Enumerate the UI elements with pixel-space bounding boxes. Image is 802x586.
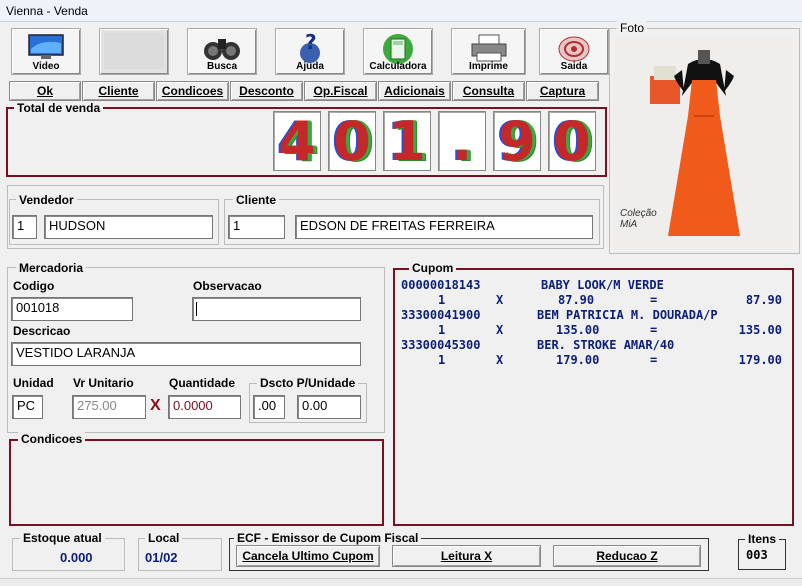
cupom-item-desc: BER. STROKE AMAR/40 — [537, 338, 675, 352]
quantidade-field[interactable]: 0.0000 — [168, 395, 241, 419]
svg-text:?: ? — [305, 33, 317, 54]
cupom-item-eq: = — [650, 323, 658, 337]
toolbar-label: Ajuda — [296, 61, 324, 72]
estoque-value: 0.000 — [60, 550, 93, 565]
product-photo: Coleção MiA — [614, 36, 793, 252]
cupom-list: 00000018143 BABY LOOK/M VERDE 1 X 87.90 … — [398, 278, 790, 378]
toolbar-label: Busca — [206, 61, 237, 72]
cupom-item-code: 33300045300 — [401, 338, 481, 352]
local-value: 01/02 — [145, 550, 178, 565]
itens-value: 003 — [746, 548, 768, 562]
dscto-label: Dscto P/Unidade — [257, 376, 359, 390]
cupom-item-desc: BABY LOOK/M VERDE — [541, 278, 664, 292]
monitor-icon — [28, 34, 64, 59]
cupom-item-eq: = — [650, 293, 658, 307]
leitura-x-button[interactable]: Leitura X — [392, 545, 541, 567]
cupom-item-code: 00000018143 — [401, 278, 481, 292]
cupom-item-qty: 1 — [438, 323, 446, 337]
ajuda-button[interactable]: ? Ajuda — [275, 28, 345, 75]
cliente-label: Cliente — [233, 193, 280, 207]
toolbar-label: Saida — [560, 61, 588, 72]
cupom-item-x: X — [496, 293, 504, 307]
binoculars-icon — [204, 39, 240, 60]
cupom-item-x: X — [496, 323, 504, 337]
cancela-ultimo-cupom-button[interactable]: Cancela Ultimo Cupom — [236, 545, 380, 567]
total-digit: . — [438, 111, 486, 171]
cupom-item-unit: 135.00 — [556, 323, 600, 337]
vendedor-label: Vendedor — [16, 193, 77, 207]
video-button[interactable]: Video — [11, 28, 81, 75]
menu-ok[interactable]: Ok — [9, 81, 81, 101]
watermark-text: Coleção MiA — [620, 208, 657, 230]
toolbar-label: Calculadora — [369, 61, 427, 72]
menu-captura[interactable]: Captura — [526, 81, 599, 101]
cupom-item-unit: 179.00 — [556, 353, 600, 367]
unidad-field[interactable]: PC — [12, 395, 43, 419]
total-label: Total de venda — [14, 101, 104, 115]
imprime-button[interactable]: Imprime — [451, 28, 526, 75]
total-digit: 0 — [548, 111, 596, 171]
ecf-label: ECF - Emissor de Cupom Fiscal — [234, 531, 422, 545]
total-digit: 9 — [493, 111, 541, 171]
descricao-label: Descricao — [13, 324, 71, 338]
condicoes-label: Condicoes — [18, 432, 86, 446]
cupom-item-desc: BEM PATRICIA M. DOURADA/P — [537, 308, 718, 322]
unidad-label: Unidad — [13, 376, 54, 390]
menu-consulta[interactable]: Consulta — [452, 81, 525, 101]
cupom-item-eq: = — [650, 353, 658, 367]
itens-label: Itens — [745, 532, 780, 546]
total-digit: 0 — [328, 111, 376, 171]
estoque-label: Estoque atual — [20, 531, 105, 545]
cupom-item-total: 135.00 — [738, 323, 782, 337]
cupom-label: Cupom — [409, 261, 457, 275]
saida-button[interactable]: Saida — [539, 28, 609, 75]
cupom-item-qty: 1 — [438, 293, 446, 307]
vr-unitario-field[interactable]: 275.00 — [72, 395, 146, 419]
status-bar — [0, 578, 802, 586]
codigo-field[interactable]: 001018 — [11, 297, 133, 321]
local-label: Local — [145, 531, 183, 545]
menu-op-fiscal[interactable]: Op.Fiscal — [304, 81, 377, 101]
vr-unitario-label: Vr Unitario — [73, 376, 134, 390]
condicoes-panel — [9, 439, 384, 526]
cliente-code-field[interactable]: 1 — [228, 215, 285, 239]
title-bar: Vienna - Venda — [0, 0, 802, 22]
total-digit: 1 — [383, 111, 431, 171]
vendedor-name-field[interactable]: HUDSON — [44, 215, 213, 239]
descricao-field[interactable]: VESTIDO LARANJA — [11, 342, 361, 366]
foto-label: Foto — [617, 21, 648, 35]
window-title: Vienna - Venda — [6, 4, 88, 18]
mercadoria-label: Mercadoria — [16, 261, 87, 275]
calculadora-button[interactable]: Calculadora — [363, 28, 433, 75]
cupom-item-x: X — [496, 353, 504, 367]
quantidade-label: Quantidade — [169, 376, 236, 390]
printer-icon — [471, 34, 506, 62]
cupom-item-total: 87.90 — [745, 293, 782, 307]
vendedor-code-field[interactable]: 1 — [12, 215, 37, 239]
menu-desconto[interactable]: Desconto — [230, 81, 303, 101]
codigo-label: Codigo — [13, 279, 55, 293]
menu-condicoes[interactable]: Condicoes — [156, 81, 229, 101]
busca-button[interactable]: Busca — [187, 28, 257, 75]
blank-button[interactable] — [99, 28, 169, 75]
dscto-val-field[interactable]: 0.00 — [297, 395, 361, 419]
menu-adicionais[interactable]: Adicionais — [378, 81, 451, 101]
times-sign: X — [150, 397, 161, 414]
menu-cliente[interactable]: Cliente — [82, 81, 155, 101]
total-digit: 4 — [273, 111, 321, 171]
observacao-field[interactable] — [192, 297, 361, 321]
text-cursor — [196, 302, 197, 316]
cupom-item-qty: 1 — [438, 353, 446, 367]
blank-icon — [104, 33, 164, 69]
dscto-pct-field[interactable]: .00 — [253, 395, 285, 419]
cupom-item-code: 33300041900 — [401, 308, 481, 322]
cupom-item-unit: 87.90 — [558, 293, 595, 307]
cliente-name-field[interactable]: EDSON DE FREITAS FERREIRA — [295, 215, 593, 239]
observacao-label: Observacao — [193, 279, 262, 293]
cupom-item-total: 179.00 — [738, 353, 782, 367]
reducao-z-button[interactable]: Reducao Z — [553, 545, 701, 567]
toolbar-label: Video — [32, 61, 60, 72]
toolbar-label: Imprime — [469, 61, 508, 72]
